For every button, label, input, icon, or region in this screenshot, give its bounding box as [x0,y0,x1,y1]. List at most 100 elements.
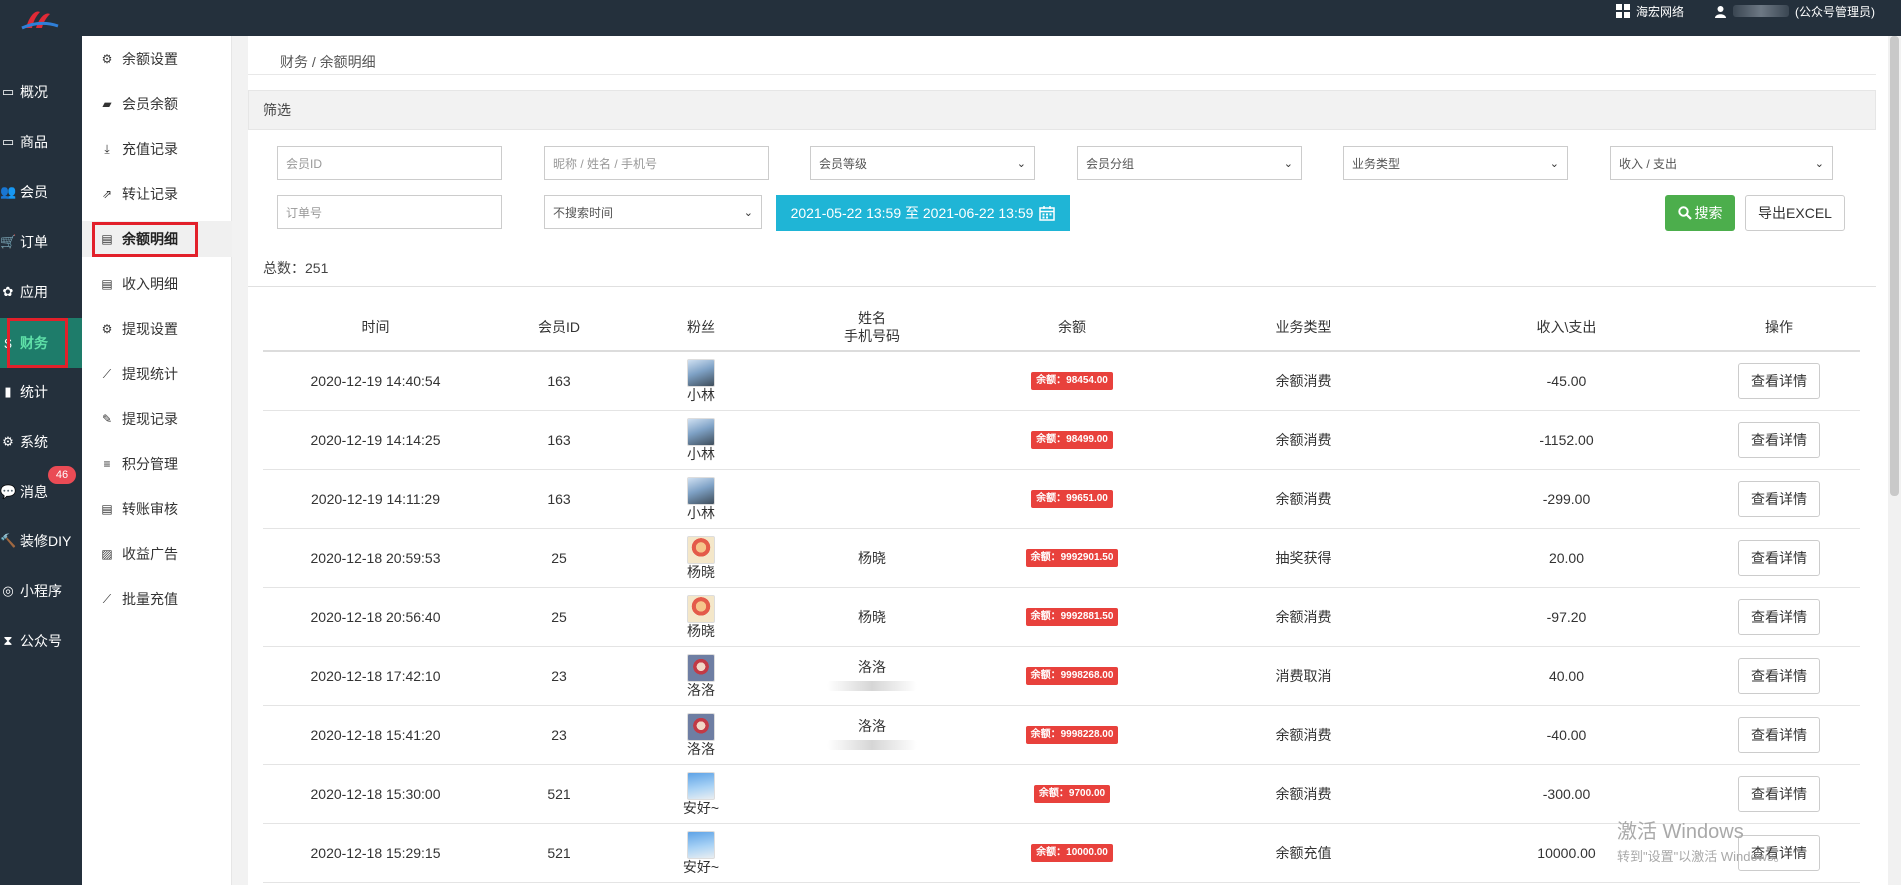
sidebar-item-label: 小程序 [20,583,62,599]
fan-nickname: 小林 [687,387,715,403]
brand-link-label: 海宏网络 [1635,4,1684,19]
document-icon: ▤ [101,277,113,291]
line-chart-icon: ⟋ [102,366,112,381]
sidebar-item-cart[interactable]: 🛒 订单 [0,217,82,267]
breadcrumb-divider [248,74,1876,75]
table-row: 2020-12-18 20:56:40 25 杨晓 杨晓 余额：9992881.50 余额… [263,588,1860,647]
page-scrollbar[interactable] [1888,36,1901,885]
sidebar-item-goods[interactable]: ▭ 商品 [0,117,82,167]
in-out-select[interactable]: 收入 / 支出 ⌄ [1610,146,1833,180]
database-icon: ≡ [103,457,111,471]
cell-time: 2020-12-18 17:42:10 [310,668,441,684]
subnav-item-6[interactable]: ⚙ 提现设置 [82,311,232,347]
cell-action: 查看详情 [1698,588,1860,646]
subnav-item-11[interactable]: ▨ 收益广告 [82,536,232,572]
subnav-item-0[interactable]: ⚙ 余额设置 [82,41,232,77]
cell-action: 查看详情 [1698,470,1860,528]
header-member-id: 会员ID [538,319,580,335]
subnav-item-7[interactable]: ⟋ 提现统计 [82,356,232,392]
keyword-input[interactable]: 昵称 / 姓名 / 手机号 [544,146,769,180]
user-role: (公众号管理员) [1795,4,1875,19]
filter-header: 筛选 [248,90,1876,130]
message-badge: 46 [48,466,76,484]
pencil-icon: ✎ [101,412,113,426]
chevron-down-icon: ⌄ [743,206,753,219]
hammer-icon: 🔨 [0,533,17,548]
cell-fan: 小林 [630,411,772,469]
cell-name: 洛洛 [772,647,972,705]
sidebar-item-users[interactable]: 👥 会员 [0,167,82,217]
cell-balance: 余额：9998268.00 [972,647,1172,705]
scrollbar-thumb[interactable] [1890,36,1899,496]
subnav-item-label: 充值记录 [122,141,178,157]
sidebar-item-apps[interactable]: ✿ 应用 [0,267,82,317]
logo-icon[interactable] [20,6,60,32]
subnav-item-2[interactable]: ⤓ 充值记录 [82,131,232,167]
cell-member-id: 521 [547,845,571,861]
fan-nickname: 杨晓 [687,623,715,639]
member-name: 洛洛 [858,718,886,734]
cell-biz-type: 余额充值 [1275,845,1332,861]
date-range-picker[interactable]: 2021-05-22 13:59 至 2021-06-22 13:59 [776,195,1070,231]
subnav-item-5[interactable]: ▤ 收入明细 [82,266,232,302]
subnav-item-8[interactable]: ✎ 提现记录 [82,401,232,437]
business-type-select[interactable]: 业务类型 ⌄ [1343,146,1568,180]
subnav-item-12[interactable]: ⟋ 批量充值 [82,581,232,617]
view-detail-button[interactable]: 查看详情 [1738,599,1820,635]
sidebar-item-hourglass[interactable]: ⧗ 公众号 [0,616,82,666]
gear-icon: ⚙ [101,52,113,66]
sidebar-item-label: 装修DIY [20,533,72,549]
subnav-item-3[interactable]: ⇗ 转让记录 [82,176,232,212]
image-icon: ▨ [101,547,113,561]
sidebar-item-hammer[interactable]: 🔨 装修DIY [0,516,82,566]
document-icon: ▤ [101,502,113,516]
avatar [687,595,715,623]
highlight-box-balance-detail [92,222,198,257]
user-menu[interactable]: (公众号管理员) [1714,3,1875,20]
sidebar-item-label: 消息 [20,484,48,500]
cell-member-id: 163 [547,373,571,389]
subnav-item-label: 余额设置 [122,51,178,67]
order-no-input[interactable]: 订单号 [277,195,502,229]
view-detail-button[interactable]: 查看详情 [1738,540,1820,576]
subnav-item-label: 批量充值 [122,591,178,607]
brand-link[interactable]: 海宏网络 [1615,3,1684,20]
subnav-item-10[interactable]: ▤ 转账审核 [82,491,232,527]
balance-badge: 余额：10000.00 [1031,844,1113,862]
member-level-select[interactable]: 会员等级 ⌄ [810,146,1035,180]
highlight-box-finance [7,318,68,368]
cell-name: 杨晓 [772,529,972,587]
subnav-item-9[interactable]: ≡ 积分管理 [82,446,232,482]
cell-biz-type: 余额消费 [1275,432,1332,448]
subnav-item-1[interactable]: ▰ 会员余额 [82,86,232,122]
fan-nickname: 洛洛 [687,682,715,698]
view-detail-button[interactable]: 查看详情 [1738,481,1820,517]
subnav-item-label: 提现统计 [122,366,178,382]
subnav-item-label: 收入明细 [122,276,178,292]
cell-member-id: 25 [551,609,567,625]
sidebar-item-label: 系统 [20,434,48,450]
view-detail-button[interactable]: 查看详情 [1738,363,1820,399]
cell-member-id: 23 [551,668,567,684]
cell-biz-type: 余额消费 [1275,609,1332,625]
view-detail-button[interactable]: 查看详情 [1738,422,1820,458]
sidebar-item-gear[interactable]: ⚙ 系统 [0,417,82,467]
fan-nickname: 小林 [687,505,715,521]
header-phone: 手机号码 [844,328,900,344]
cell-action: 查看详情 [1698,529,1860,587]
view-detail-button[interactable]: 查看详情 [1738,776,1820,812]
cell-balance: 余额：99651.00 [972,470,1172,528]
search-button[interactable]: 搜索 [1665,195,1735,231]
balance-badge: 余额：98454.00 [1031,372,1113,390]
cell-fan: 杨晓 [630,588,772,646]
sidebar-item-wechat[interactable]: ◎ 小程序 [0,566,82,616]
export-excel-button[interactable]: 导出EXCEL [1745,195,1845,231]
sidebar-item-monitor[interactable]: ▭ 概况 [0,67,82,117]
member-id-input[interactable]: 会员ID [277,146,502,180]
sidebar-item-bar-chart[interactable]: ▮ 统计 [0,367,82,417]
view-detail-button[interactable]: 查看详情 [1738,717,1820,753]
member-group-select[interactable]: 会员分组 ⌄ [1077,146,1302,180]
fan-nickname: 安好~ [682,859,720,875]
time-mode-select[interactable]: 不搜索时间 ⌄ [544,195,762,229]
view-detail-button[interactable]: 查看详情 [1738,658,1820,694]
